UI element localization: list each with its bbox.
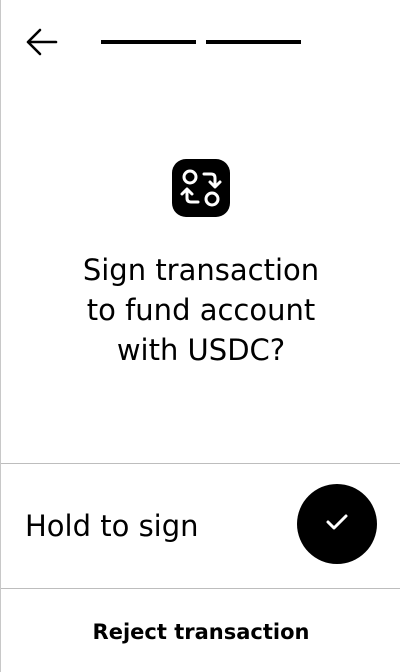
hold-to-sign-row: Hold to sign — [1, 464, 400, 588]
reject-transaction-button[interactable]: Reject transaction — [1, 612, 400, 652]
progress-step-1 — [101, 40, 196, 44]
swap-arrows-icon — [172, 159, 230, 217]
progress-step-2 — [206, 40, 301, 44]
divider-bottom — [1, 588, 400, 589]
arrow-left-icon — [24, 28, 58, 60]
hold-to-sign-label: Hold to sign — [25, 509, 199, 543]
page-title: Sign transaction to fund account with US… — [82, 253, 320, 367]
check-icon — [324, 511, 350, 537]
back-button[interactable] — [19, 26, 63, 62]
sign-transaction-screen: Sign transaction to fund account with US… — [0, 0, 400, 672]
progress-indicator — [101, 40, 301, 44]
hold-to-sign-button[interactable] — [297, 484, 377, 564]
